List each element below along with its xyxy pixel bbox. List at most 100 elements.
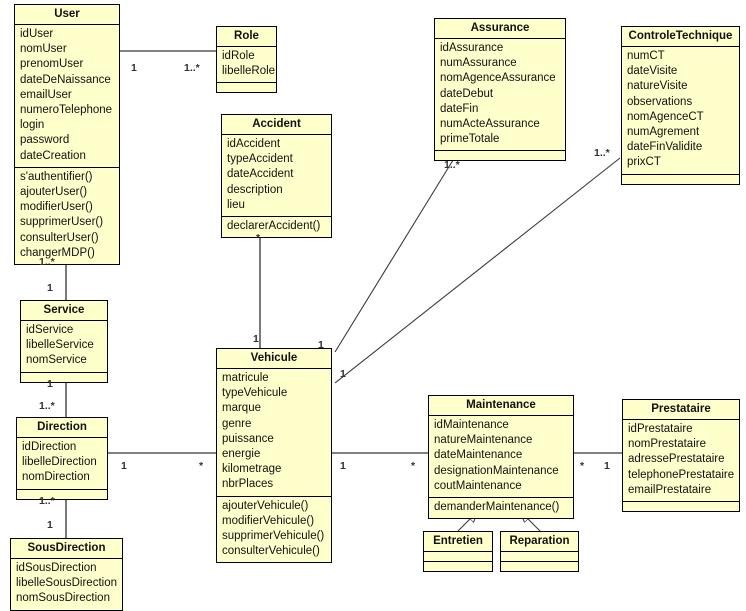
attribute: emailPrestataire [628,483,712,496]
attribute: numAssurance [440,57,517,70]
method: declarerAccident() [227,220,321,233]
attribute: libelleDirection [22,456,97,469]
attribute: natureVisite [627,80,688,93]
class-prestataire-attributes: idPrestataire nomPrestataire adressePres… [623,420,739,503]
class-entretien-methods [424,562,492,571]
class-direction-methods [17,490,107,499]
method: ajouterVehicule() [222,499,309,512]
class-maintenance[interactable]: Maintenance idMaintenance natureMaintena… [428,395,574,520]
class-maintenance-attributes: idMaintenance natureMaintenance dateMain… [429,416,573,499]
class-maintenance-methods: demanderMaintenance() [429,498,573,518]
attribute: energie [222,448,261,461]
attribute: idSousDirection [16,562,97,574]
class-accident-attributes: idAccident typeAccident dateAccident des… [222,135,331,218]
method: consulterUser() [20,231,99,244]
multiplicity-user-service-source: 1..* [39,256,55,268]
class-vehicule-title: Vehicule [217,349,331,369]
method: modifierVehicule() [222,514,315,527]
class-role[interactable]: Role idRole libelleRole [216,26,277,94]
attribute: nomAgenceAssurance [440,72,556,85]
method: supprimerUser() [20,216,104,229]
attribute: matricule [222,372,269,384]
class-service-methods [21,373,107,382]
attribute: idPrestataire [628,423,693,435]
class-user-methods: s'authentifier() ajouterUser() modifierU… [15,168,119,264]
class-entretien[interactable]: Entretien [423,531,493,572]
class-sousdirection-attributes: idSousDirection libelleSousDirection nom… [11,559,122,611]
multiplicity-assurance-vehicule-source: 1..* [444,159,460,171]
class-assurance[interactable]: Assurance idAssurance numAssurance nomAg… [434,18,566,162]
attribute: primeTotale [440,133,500,146]
multiplicity-controletechnique-vehicule-source: 1..* [594,147,610,159]
attribute: prenomUser [20,58,84,71]
multiplicity-direction-sousdirection-source: 1..* [39,495,55,507]
class-service[interactable]: Service idService libelleService nomServ… [20,300,108,383]
attribute: nomSousDirection [16,592,110,605]
attribute: lieu [227,198,245,211]
attribute: dateAccident [227,168,294,181]
class-reparation-attributes [501,552,578,562]
class-user[interactable]: User idUser nomUser prenomUser dateDeNai… [14,4,120,266]
class-direction[interactable]: Direction idDirection libelleDirection n… [16,417,108,500]
attribute: libelleSousDirection [16,577,117,590]
attribute: genre [222,417,252,430]
attribute: password [20,134,70,147]
attribute: idRole [222,50,255,62]
multiplicity-vehicule-maintenance-source: 1 [340,460,346,472]
attribute: dateDebut [440,87,494,100]
attribute: marque [222,402,261,415]
class-service-title: Service [21,301,107,321]
attribute: numActeAssurance [440,118,540,131]
multiplicity-direction-vehicule-source: 1 [121,460,127,472]
method: ajouterUser() [20,186,88,199]
method: s'authentifier() [20,170,93,183]
attribute: idAccident [227,138,281,150]
attribute: dateMaintenance [434,449,523,462]
class-entretien-attributes [424,552,492,562]
attribute: dateDeNaissance [20,73,111,86]
attribute: coutMaintenance [434,479,522,492]
class-controletechnique-methods [622,175,739,184]
attribute: idAssurance [440,42,504,54]
edge-assurance-vehicule [334,151,459,353]
attribute: puissance [222,432,274,445]
attribute: idService [26,324,74,336]
class-assurance-attributes: idAssurance numAssurance nomAgenceAssura… [435,39,565,152]
class-reparation[interactable]: Reparation [500,531,579,572]
attribute: idMaintenance [434,419,509,431]
class-controletechnique-attributes: numCT dateVisite natureVisite observatio… [622,47,739,175]
class-sousdirection[interactable]: SousDirection idSousDirection libelleSou… [10,538,123,611]
attribute: kilometrage [222,463,282,476]
class-controletechnique[interactable]: ControleTechnique numCT dateVisite natur… [621,26,740,185]
attribute: numeroTelephone [20,104,113,117]
attribute: nomDirection [22,471,90,484]
multiplicity-direction-sousdirection-target: 1 [47,519,53,531]
class-prestataire[interactable]: Prestataire idPrestataire nomPrestataire… [622,399,740,513]
attribute: typeAccident [227,153,293,166]
attribute: nbrPlaces [222,478,274,491]
attribute: libelleService [26,339,94,352]
class-service-attributes: idService libelleService nomService [21,321,107,373]
method: consulterVehicule() [222,545,320,558]
multiplicity-user-role-target: 1..* [184,62,200,74]
method: modifierUser() [20,201,93,214]
attribute: nomPrestataire [628,438,706,451]
attribute: designationMaintenance [434,464,559,477]
method: changerMDP() [20,246,95,259]
class-sousdirection-title: SousDirection [11,539,122,559]
multiplicity-controletechnique-vehicule-target: 1 [340,368,346,380]
class-accident[interactable]: Accident idAccident typeAccident dateAcc… [221,114,332,239]
method: demanderMaintenance() [434,501,560,514]
attribute: login [20,119,45,132]
class-prestataire-title: Prestataire [623,400,739,420]
attribute: nomUser [20,43,67,56]
multiplicity-accident-vehicule-source: * [256,232,261,244]
class-role-methods [217,83,276,92]
attribute: numCT [627,50,665,62]
attribute: nomAgenceCT [627,110,704,123]
attribute: description [227,183,283,196]
attribute: libelleRole [222,65,276,78]
class-vehicule-attributes: matricule typeVehicule marque genre puis… [217,369,331,497]
class-vehicule[interactable]: Vehicule matricule typeVehicule marque g… [216,348,332,564]
multiplicity-maintenance-prestataire-source: * [580,460,585,472]
